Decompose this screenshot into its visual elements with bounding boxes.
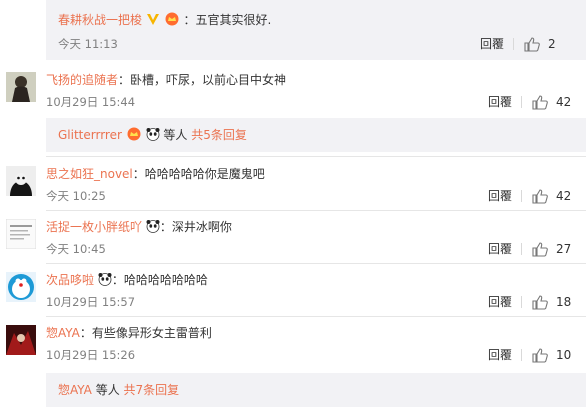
avatar[interactable] [6,166,36,196]
summary-username[interactable]: Glitterrrrer [58,128,122,142]
reply-username[interactable]: 春耕秋战一把梭 [58,13,142,27]
like-count: 18 [556,295,572,309]
comment-content: 飞扬的追随者：卧槽，吓尿，以前心目中女神 [46,72,286,88]
comment-text: ：卧槽，吓尿，以前心目中女神 [118,73,287,87]
divider [521,296,522,308]
summary-suffix: 等人 [91,383,120,397]
divider [521,96,522,108]
divider [513,38,514,50]
thumb-up-icon [532,295,548,310]
comment-username[interactable]: 惣AYA [46,326,80,340]
comment-time: 今天 10:25 [46,189,106,203]
comment-content: 次品哆啦 ：哈哈哈哈哈哈哈 [46,272,208,288]
divider [521,349,522,361]
like-button[interactable]: 42 [532,188,576,204]
like-count: 2 [548,37,556,51]
verified-v-icon [146,13,160,30]
comment-text: ：深井冰啊你 [159,220,232,234]
reply-button[interactable]: 回覆 [488,94,512,110]
reply-content: 春耕秋战一把梭 ：五官其实很好. [58,12,271,28]
like-button[interactable]: 10 [532,347,576,363]
reply-text: ：五官其实很好. [183,13,272,27]
divider [46,316,586,317]
comment-time: 10月29日 15:57 [46,295,136,309]
like-count: 42 [556,95,572,109]
panda-emoji-icon [146,219,160,233]
reply-box [46,0,586,60]
divider [521,190,522,202]
comment-username[interactable]: 活捉一枚小胖纸吖 [46,220,142,234]
comment-text: ：有些像异形女主雷普利 [79,326,212,340]
avatar[interactable] [6,272,36,302]
comment-text: ：哈哈哈哈哈哈哈 [111,273,208,287]
divider [521,243,522,255]
reply-button[interactable]: 回覆 [488,188,512,204]
avatar[interactable] [6,325,36,355]
more-replies-link[interactable]: 共5条回复 [191,128,247,142]
like-count: 10 [556,348,572,362]
comment-time: 10月29日 15:44 [46,95,136,109]
divider [46,210,586,211]
thumb-up-icon [524,37,540,52]
avatar[interactable] [6,72,36,102]
reply-button[interactable]: 回覆 [488,347,512,363]
divider [46,156,586,157]
vip-crown-icon [126,127,142,145]
comment-username[interactable]: 思之如狂_novel [46,167,133,181]
thumb-up-icon [532,95,548,110]
comment-content: 思之如狂_novel：哈哈哈哈哈你是魔鬼吧 [46,166,265,182]
thumb-up-icon [532,348,548,363]
more-replies-summary[interactable]: Glitterrrrer 等人 共5条回复 [58,127,247,143]
comment-time: 今天 10:45 [46,242,106,256]
panda-emoji-icon [146,127,160,141]
comment-username[interactable]: 次品哆啦 [46,273,94,287]
reply-button[interactable]: 回覆 [480,36,504,52]
reply-button[interactable]: 回覆 [488,241,512,257]
summary-suffix: 等人 [163,128,188,142]
comment-content: 活捉一枚小胖纸吖 ：深井冰啊你 [46,219,232,235]
comment-content: 惣AYA：有些像异形女主雷普利 [46,325,212,341]
comment-text: ：哈哈哈哈哈你是魔鬼吧 [132,167,265,181]
like-button[interactable]: 27 [532,241,576,257]
like-button[interactable]: 2 [524,36,564,52]
thumb-up-icon [532,242,548,257]
comment-time: 10月29日 15:26 [46,348,136,362]
like-button[interactable]: 18 [532,294,576,310]
reply-button[interactable]: 回覆 [488,294,512,310]
vip-crown-icon [164,12,180,30]
panda-emoji-icon [98,272,112,286]
comment-username[interactable]: 飞扬的追随者 [46,73,118,87]
summary-username[interactable]: 惣AYA [58,383,92,397]
more-replies-summary[interactable]: 惣AYA 等人 共7条回复 [58,382,179,398]
like-count: 27 [556,242,572,256]
avatar[interactable] [6,219,36,249]
like-count: 42 [556,189,572,203]
more-replies-link[interactable]: 共7条回复 [124,383,180,397]
like-button[interactable]: 42 [532,94,576,110]
thumb-up-icon [532,189,548,204]
reply-time: 今天 11:13 [58,37,118,51]
divider [46,263,586,264]
